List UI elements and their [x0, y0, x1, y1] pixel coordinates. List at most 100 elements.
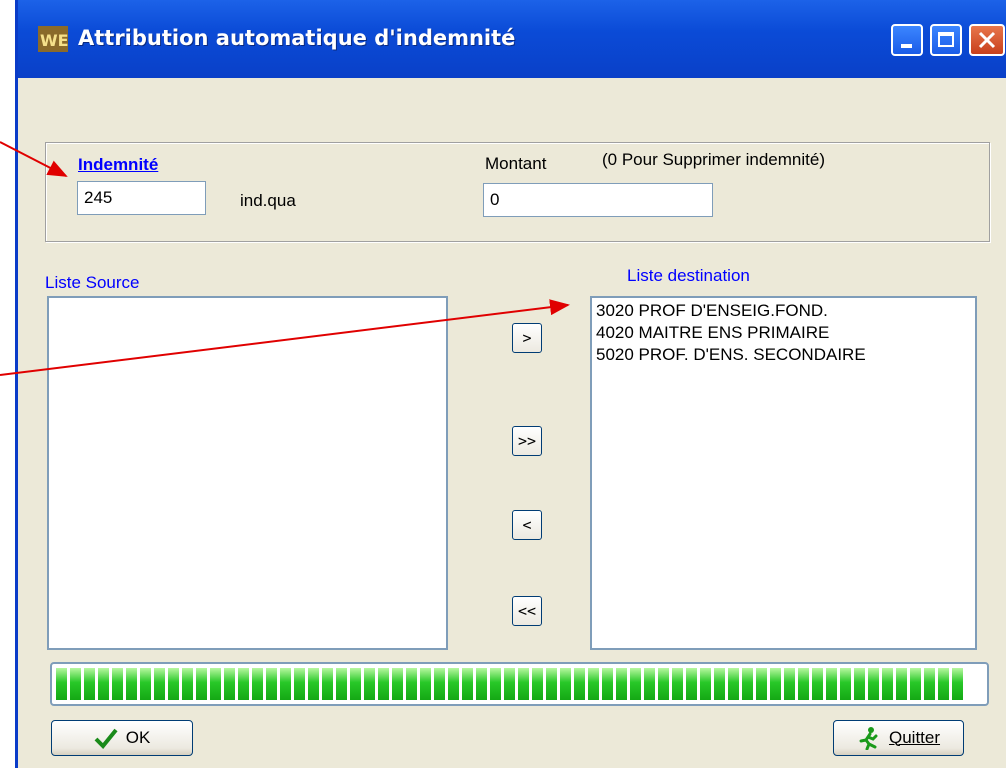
progress-segment [728, 668, 739, 700]
progress-segment [812, 668, 823, 700]
list-item[interactable]: 3020 PROF D'ENSEIG.FOND. [592, 300, 975, 322]
progress-segment [896, 668, 907, 700]
progress-segment [756, 668, 767, 700]
progress-segment [784, 668, 795, 700]
progress-segment [532, 668, 543, 700]
progress-segment [630, 668, 641, 700]
progress-segment [196, 668, 207, 700]
indemnite-input[interactable] [77, 181, 206, 215]
montant-label: Montant [485, 154, 547, 173]
add-selected-button[interactable]: > [512, 323, 542, 353]
progress-segment [266, 668, 277, 700]
source-list-label: Liste Source [45, 273, 140, 292]
progress-segment [140, 668, 151, 700]
progress-segment [616, 668, 627, 700]
remove-all-button[interactable]: << [512, 596, 542, 626]
minimize-button[interactable] [891, 24, 923, 56]
progress-segment [854, 668, 865, 700]
progress-segment [84, 668, 95, 700]
progress-segment [490, 668, 501, 700]
progress-segment [434, 668, 445, 700]
progress-segment [98, 668, 109, 700]
progress-segment [336, 668, 347, 700]
quit-button-label: Quitter [888, 728, 941, 747]
progress-segment [364, 668, 375, 700]
remove-selected-button[interactable]: < [512, 510, 542, 540]
app-logo-icon: WE [38, 26, 68, 52]
progress-segment [70, 668, 81, 700]
indemnite-link[interactable]: Indemnité [78, 155, 158, 175]
close-button[interactable] [969, 24, 1005, 56]
progress-segment [924, 668, 935, 700]
add-all-button[interactable]: >> [512, 426, 542, 456]
list-item[interactable]: 5020 PROF. D'ENS. SECONDAIRE [592, 344, 975, 366]
montant-input[interactable] [483, 183, 713, 217]
progress-segment [952, 668, 963, 700]
list-item[interactable]: 4020 MAITRE ENS PRIMAIRE [592, 322, 975, 344]
progress-segment [462, 668, 473, 700]
progress-segment [448, 668, 459, 700]
progress-fill [56, 668, 983, 700]
running-man-icon [859, 727, 878, 750]
progress-segment [294, 668, 305, 700]
destination-list-label: Liste destination [627, 266, 750, 285]
progress-segment [476, 668, 487, 700]
progress-segment [742, 668, 753, 700]
progress-segment [714, 668, 725, 700]
svg-text:WE: WE [40, 31, 68, 50]
progress-segment [378, 668, 389, 700]
progress-segment [826, 668, 837, 700]
progress-segment [602, 668, 613, 700]
progress-segment [322, 668, 333, 700]
progress-segment [504, 668, 515, 700]
close-icon [978, 31, 996, 49]
progress-segment [392, 668, 403, 700]
maximize-button[interactable] [930, 24, 962, 56]
progress-bar [50, 662, 989, 706]
maximize-icon [938, 32, 954, 47]
progress-segment [308, 668, 319, 700]
progress-segment [910, 668, 921, 700]
ok-button[interactable]: OK [51, 720, 193, 756]
progress-segment [672, 668, 683, 700]
progress-segment [574, 668, 585, 700]
progress-segment [868, 668, 879, 700]
progress-segment [420, 668, 431, 700]
progress-segment [210, 668, 221, 700]
progress-segment [56, 668, 67, 700]
progress-segment [546, 668, 557, 700]
progress-segment [252, 668, 263, 700]
ok-button-label: OK [125, 728, 151, 747]
progress-segment [224, 668, 235, 700]
progress-segment [126, 668, 137, 700]
progress-segment [406, 668, 417, 700]
destination-listbox[interactable]: 3020 PROF D'ENSEIG.FOND. 4020 MAITRE ENS… [590, 296, 977, 650]
title-bar[interactable]: WE Attribution automatique d'indemnité [18, 0, 1006, 78]
indemnite-code-label: ind.qua [240, 191, 296, 210]
source-listbox[interactable] [47, 296, 448, 650]
progress-segment [658, 668, 669, 700]
quit-button[interactable]: Quitter [833, 720, 964, 756]
dialog-window: WE Attribution automatique d'indemnité I… [15, 0, 1006, 768]
progress-segment [154, 668, 165, 700]
dialog-client-area: Indemnité ind.qua Montant (0 Pour Suppri… [18, 78, 1006, 768]
progress-segment [588, 668, 599, 700]
progress-segment [644, 668, 655, 700]
progress-segment [112, 668, 123, 700]
window-title: Attribution automatique d'indemnité [78, 26, 516, 50]
progress-segment [238, 668, 249, 700]
minimize-icon [901, 44, 912, 48]
progress-segment [700, 668, 711, 700]
progress-segment [182, 668, 193, 700]
progress-segment [686, 668, 697, 700]
progress-segment [770, 668, 781, 700]
checkmark-icon [94, 728, 118, 749]
progress-segment [798, 668, 809, 700]
progress-segment [938, 668, 949, 700]
progress-segment [882, 668, 893, 700]
progress-segment [560, 668, 571, 700]
progress-segment [350, 668, 361, 700]
progress-segment [280, 668, 291, 700]
progress-segment [168, 668, 179, 700]
progress-segment [840, 668, 851, 700]
